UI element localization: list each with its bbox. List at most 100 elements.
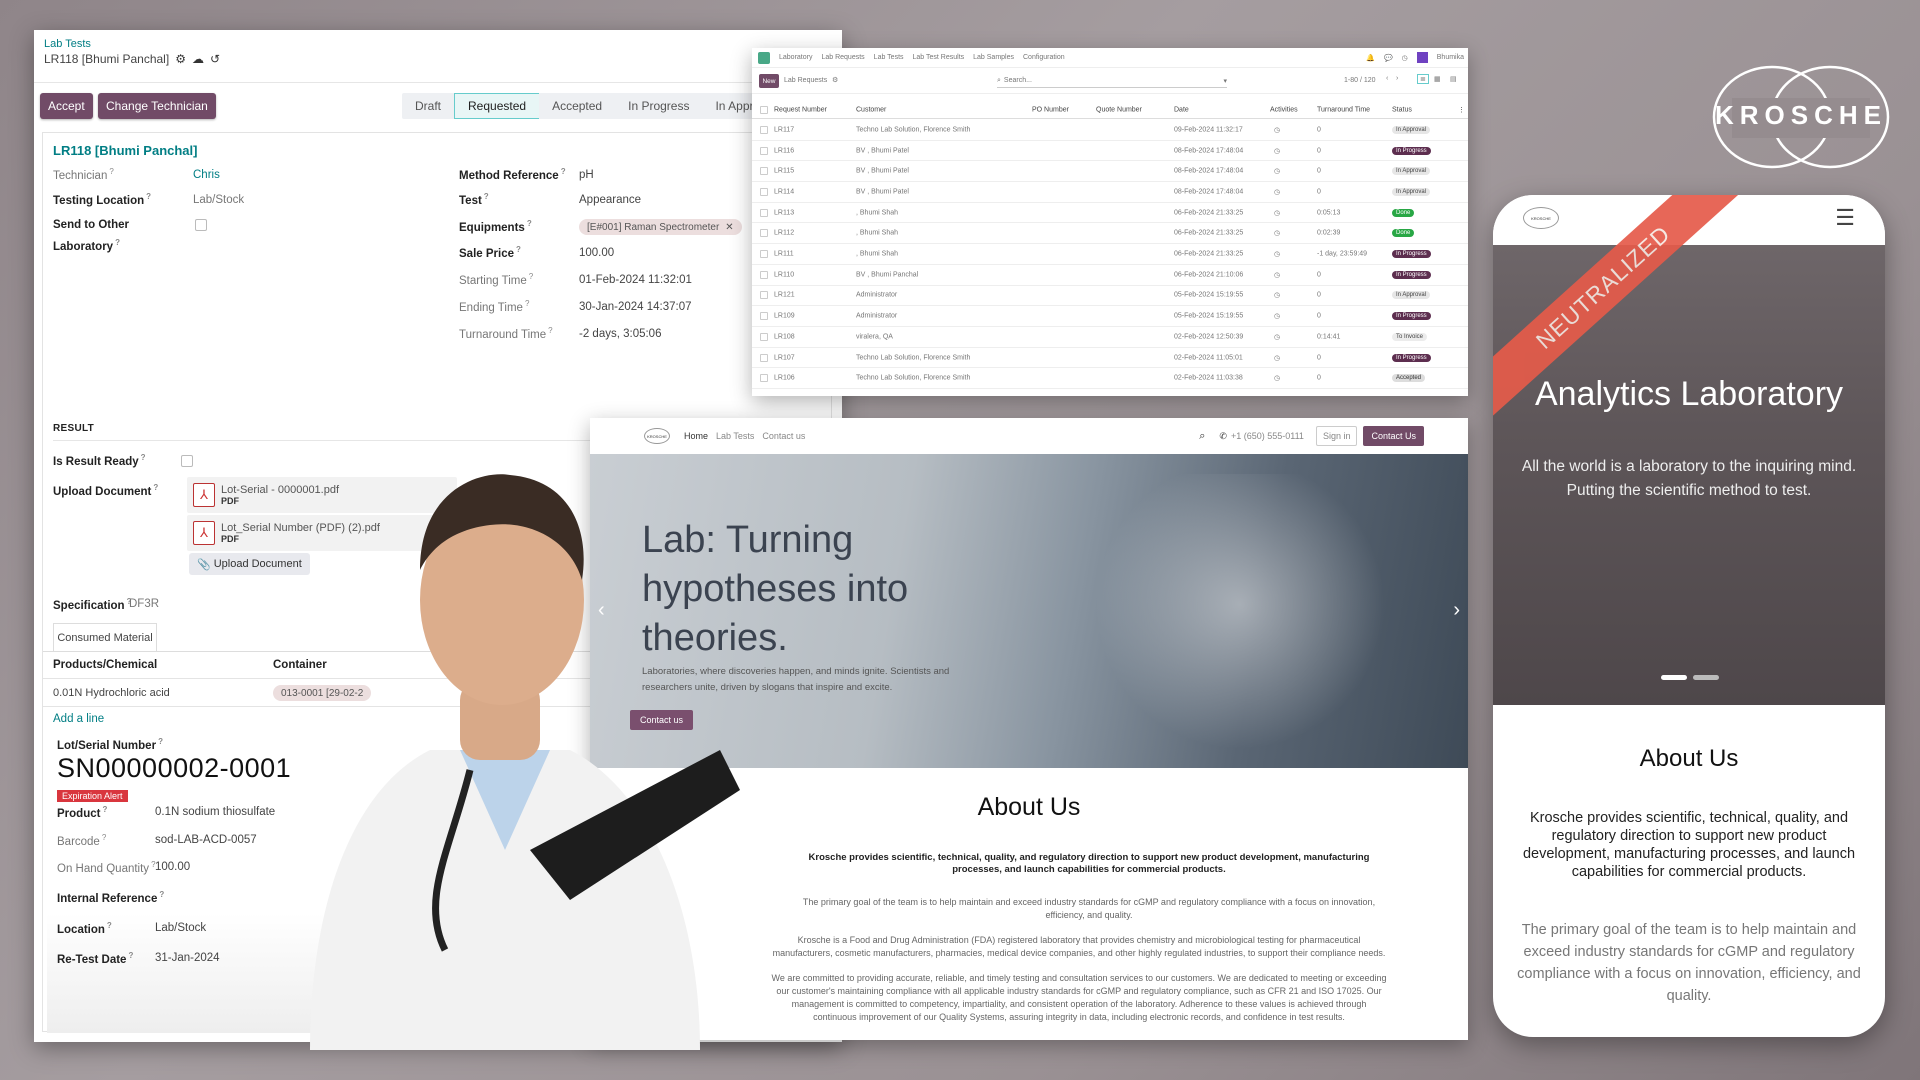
col-status[interactable]: Status: [1392, 107, 1412, 114]
row-checkbox[interactable]: [760, 270, 768, 279]
pager-next-icon[interactable]: ›: [1396, 75, 1398, 82]
status-accepted[interactable]: Accepted: [539, 93, 615, 119]
cloud-save-icon[interactable]: ☁: [192, 52, 204, 66]
list-view-icon[interactable]: ≣: [1417, 74, 1429, 84]
menu-lab-samples[interactable]: Lab Samples: [973, 54, 1014, 61]
calendar-view-icon[interactable]: ▦: [1434, 75, 1441, 83]
row-checkbox[interactable]: [760, 332, 768, 341]
activity-clock-icon[interactable]: ◷: [1274, 209, 1280, 217]
row-checkbox[interactable]: [760, 187, 768, 196]
send-other-lab-checkbox[interactable]: [195, 219, 207, 231]
search-dropdown-icon[interactable]: ▾: [1223, 77, 1227, 85]
accept-button[interactable]: Accept: [40, 93, 93, 119]
activity-clock-icon[interactable]: ◷: [1274, 333, 1280, 341]
bell-icon[interactable]: 🔔: [1366, 54, 1375, 62]
table-row[interactable]: LR112 , Bhumi Shah 06-Feb-2024 21:33:25 ◷ 0:…: [752, 224, 1468, 245]
gear-icon[interactable]: ⚙: [175, 52, 186, 66]
search-icon[interactable]: ⌕: [1199, 430, 1205, 443]
remove-tag-icon[interactable]: ✕: [725, 222, 733, 233]
col-activities[interactable]: Activities: [1270, 107, 1298, 114]
chat-icon[interactable]: 💬: [1384, 54, 1393, 62]
menu-lab-requests[interactable]: Lab Requests: [821, 54, 864, 61]
carousel-next-icon[interactable]: ›: [1453, 599, 1460, 622]
table-row[interactable]: LR114 BV , Bhumi Patel 08-Feb-2024 17:48:0…: [752, 182, 1468, 203]
activity-clock-icon[interactable]: ◷: [1274, 167, 1280, 175]
activity-clock-icon[interactable]: ◷: [1274, 271, 1280, 279]
select-all-checkbox[interactable]: [760, 106, 768, 114]
carousel-prev-icon[interactable]: ‹: [598, 599, 605, 622]
row-checkbox[interactable]: [760, 208, 768, 217]
activity-clock-icon[interactable]: ◷: [1274, 291, 1280, 299]
breadcrumb[interactable]: Lab Tests: [44, 38, 91, 50]
activity-clock-icon[interactable]: ◷: [1274, 229, 1280, 237]
table-row[interactable]: LR121 Administrator 05-Feb-2024 15:19:55 ◷ 0…: [752, 286, 1468, 307]
attachment-item[interactable]: ⅄ Lot-Serial - 0000001.pdf PDF: [187, 477, 457, 513]
equipment-tag[interactable]: [E#001] Raman Spectrometer ✕: [579, 219, 742, 235]
avatar[interactable]: [1416, 52, 1428, 63]
activity-clock-icon[interactable]: ◷: [1274, 147, 1280, 155]
new-button[interactable]: New: [759, 74, 779, 88]
sign-in-button[interactable]: Sign in: [1315, 426, 1358, 446]
table-row[interactable]: LR108 viralera, QA 02-Feb-2024 12:50:39 ◷ 0:…: [752, 327, 1468, 348]
contact-us-button[interactable]: Contact Us: [1363, 426, 1424, 446]
column-options-icon[interactable]: ⋮: [1458, 106, 1465, 114]
row-checkbox[interactable]: [760, 291, 768, 300]
menu-configuration[interactable]: Configuration: [1023, 54, 1065, 61]
website-logo[interactable]: KROSCHE: [644, 428, 670, 444]
laboratory-app-icon[interactable]: [758, 51, 770, 64]
col-turnaround[interactable]: Turnaround Time: [1317, 107, 1370, 114]
nav-contact-us[interactable]: Contact us: [762, 431, 805, 441]
settings-gear-icon[interactable]: ⚙: [832, 76, 838, 84]
row-checkbox[interactable]: [760, 167, 768, 176]
activity-clock-icon[interactable]: ◷: [1274, 126, 1280, 134]
attachment-item[interactable]: ⅄ Lot_Serial Number (PDF) (2).pdf PDF: [187, 515, 457, 551]
col-customer[interactable]: Customer: [856, 107, 886, 114]
menu-laboratory[interactable]: Laboratory: [779, 54, 812, 61]
nav-lab-tests[interactable]: Lab Tests: [716, 431, 754, 441]
activity-clock-icon[interactable]: ◷: [1274, 188, 1280, 196]
tab-consumed-material[interactable]: Consumed Material: [53, 623, 157, 651]
clock-icon[interactable]: ◷: [1402, 54, 1408, 62]
col-request-number[interactable]: Request Number: [774, 107, 827, 114]
status-requested[interactable]: Requested: [454, 93, 540, 119]
row-checkbox[interactable]: [760, 250, 768, 259]
column-container[interactable]: Container: [273, 659, 327, 671]
user-name[interactable]: Bhumika: [1437, 54, 1464, 61]
row-checkbox[interactable]: [760, 146, 768, 155]
other-view-icon[interactable]: ▤: [1450, 75, 1457, 83]
pager-prev-icon[interactable]: ‹: [1386, 75, 1388, 82]
nav-home[interactable]: Home: [684, 431, 708, 441]
row-checkbox[interactable]: [760, 312, 768, 321]
table-row[interactable]: LR115 BV , Bhumi Patel 08-Feb-2024 17:48:0…: [752, 161, 1468, 183]
discard-undo-icon[interactable]: ↺: [210, 52, 220, 66]
activity-clock-icon[interactable]: ◷: [1274, 354, 1280, 362]
activity-clock-icon[interactable]: ◷: [1274, 312, 1280, 320]
table-row[interactable]: LR116 BV , Bhumi Patel 08-Feb-2024 17:48:0…: [752, 141, 1468, 162]
status-draft[interactable]: Draft: [402, 93, 454, 119]
col-po-number[interactable]: PO Number: [1032, 107, 1069, 114]
activity-clock-icon[interactable]: ◷: [1274, 250, 1280, 258]
carousel-dot[interactable]: [1693, 675, 1719, 680]
table-row[interactable]: LR107 Techno Lab Solution, Florence Smith…: [752, 348, 1468, 369]
column-products[interactable]: Products/Chemical: [53, 659, 157, 671]
change-technician-button[interactable]: Change Technician: [98, 93, 216, 119]
add-a-line-link[interactable]: Add a line: [53, 713, 104, 725]
carousel-dot[interactable]: [1661, 675, 1687, 680]
table-row[interactable]: LR117 Techno Lab Solution, Florence Smith…: [752, 120, 1468, 141]
table-row[interactable]: LR106 Techno Lab Solution, Florence Smith…: [752, 368, 1468, 390]
menu-lab-tests[interactable]: Lab Tests: [874, 54, 904, 61]
hero-contact-button[interactable]: Contact us: [630, 710, 694, 730]
pager[interactable]: 1-80 / 120: [1344, 77, 1376, 84]
col-date[interactable]: Date: [1174, 107, 1189, 114]
technician-value[interactable]: Chris: [193, 169, 220, 181]
is-result-ready-checkbox[interactable]: [181, 455, 193, 467]
search-input[interactable]: Search...: [1004, 77, 1032, 84]
row-checkbox[interactable]: [760, 374, 768, 383]
row-checkbox[interactable]: [760, 125, 768, 134]
activity-clock-icon[interactable]: ◷: [1274, 374, 1280, 382]
table-row[interactable]: LR111 , Bhumi Shah 06-Feb-2024 21:33:25 ◷ -1…: [752, 244, 1468, 265]
table-row[interactable]: LR109 Administrator 05-Feb-2024 15:19:55 ◷ 0…: [752, 306, 1468, 327]
table-row[interactable]: LR110 BV , Bhumi Panchal 06-Feb-2024 21:10…: [752, 265, 1468, 286]
upload-document-button[interactable]: 📎 Upload Document: [189, 553, 310, 575]
phone-number[interactable]: +1 (650) 555-0111: [1231, 431, 1304, 441]
